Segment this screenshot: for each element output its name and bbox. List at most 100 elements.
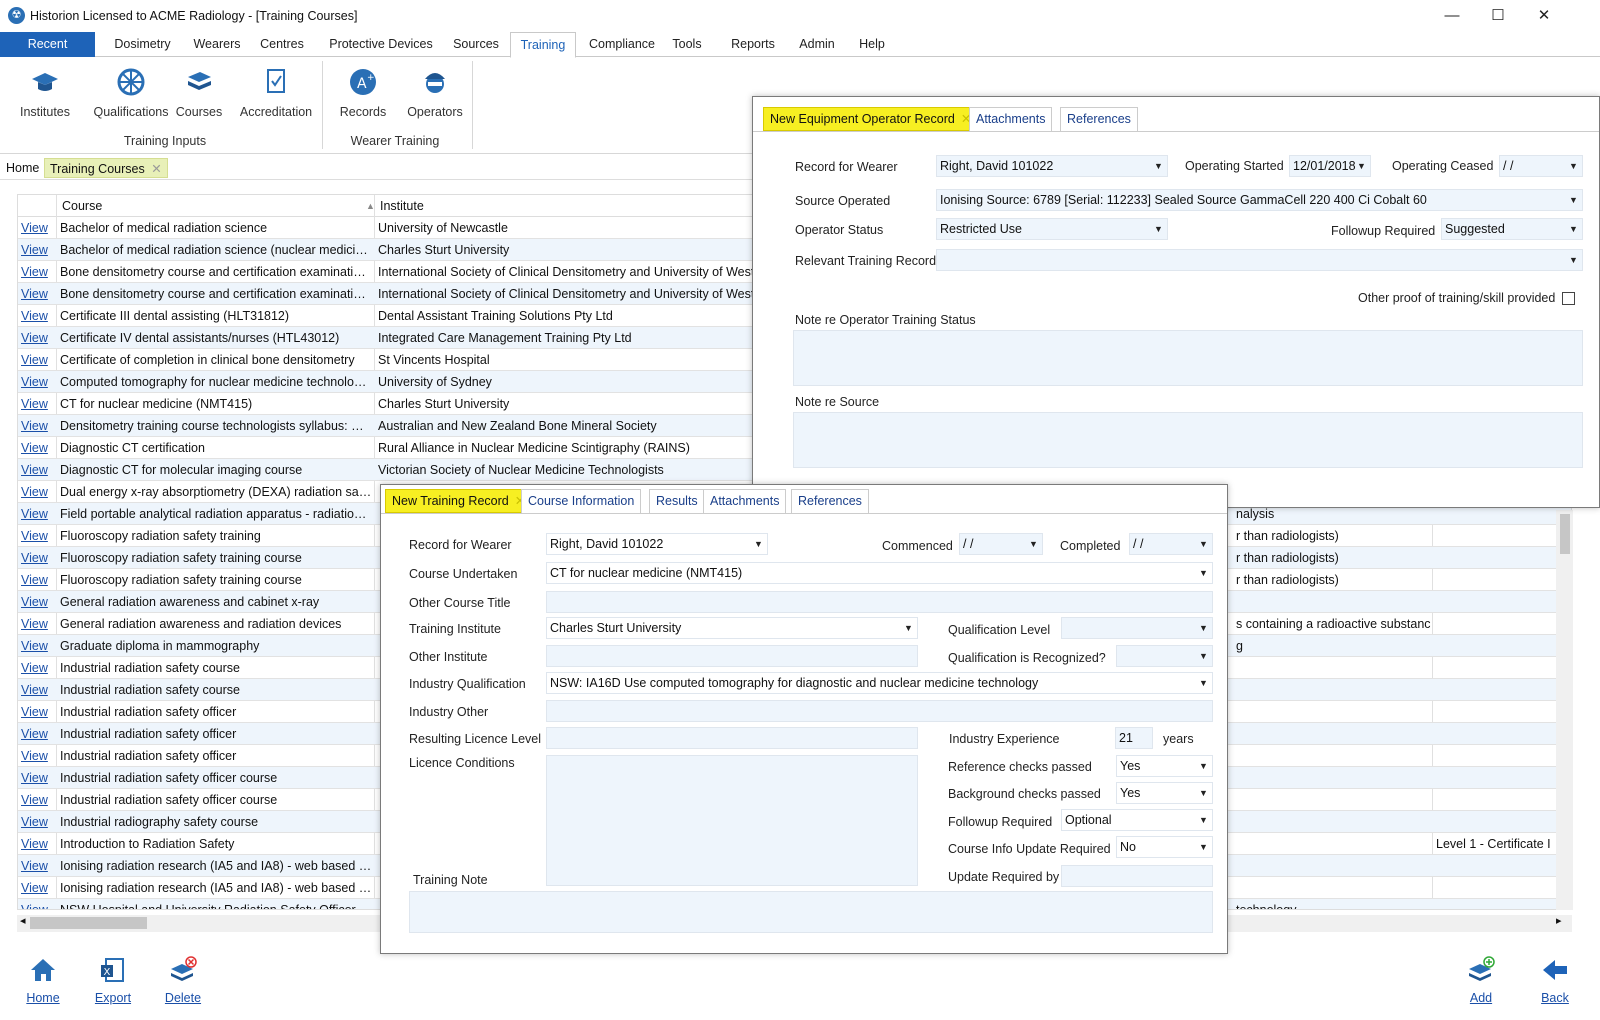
chevron-down-icon[interactable]: ▼ [1150,156,1167,176]
view-link[interactable]: View [21,437,48,459]
view-link[interactable]: View [21,789,48,811]
column-header-institute[interactable]: Institute [380,195,424,217]
view-link[interactable]: View [21,503,48,525]
chevron-down-icon[interactable]: ▼ [1195,618,1212,638]
tab-course-information[interactable]: Course Information [521,489,642,513]
view-link[interactable]: View [21,305,48,327]
view-link[interactable]: View [21,481,48,503]
export-button[interactable]: X Export [92,955,134,1005]
commenced-date[interactable]: / / ▼ [959,533,1043,555]
other-course-title-input[interactable] [546,591,1213,613]
horizontal-scroll-thumb[interactable] [30,917,147,929]
resulting-licence-level-input[interactable] [546,727,918,749]
licence-conditions-textarea[interactable] [546,755,918,886]
view-link[interactable]: View [21,239,48,261]
menu-wearers[interactable]: Wearers [186,32,248,57]
training-note-textarea[interactable] [409,891,1213,933]
course-info-update-select[interactable]: No ▼ [1116,836,1213,858]
menu-recent[interactable]: Recent [0,32,95,57]
chevron-down-icon[interactable]: ▼ [1565,219,1582,239]
menu-admin[interactable]: Admin [794,32,840,57]
view-link[interactable]: View [21,261,48,283]
view-link[interactable]: View [21,459,48,481]
doctab-home[interactable]: Home [1,158,44,178]
view-link[interactable]: View [21,877,48,899]
back-button[interactable]: Back [1534,955,1576,1005]
source-operated-select[interactable]: Ionising Source: 6789 [Serial: 112233] S… [936,189,1583,211]
operators-button[interactable]: Operators [398,67,472,119]
chevron-down-icon[interactable]: ▼ [1195,534,1212,554]
view-link[interactable]: View [21,745,48,767]
menu-protective-devices[interactable]: Protective Devices [322,32,440,57]
tab-attachments[interactable]: Attachments [703,489,787,513]
maximize-button[interactable]: ☐ [1478,4,1518,28]
close-window-button[interactable]: ✕ [1524,4,1564,28]
qualification-level-select[interactable]: ▼ [1061,617,1213,639]
completed-date[interactable]: / / ▼ [1129,533,1213,555]
note-training-status-textarea[interactable] [793,330,1583,386]
institutes-button[interactable]: Institutes [8,67,82,119]
course-undertaken-select[interactable]: CT for nuclear medicine (NMT415) ▼ [546,562,1213,584]
chevron-down-icon[interactable]: ▼ [1025,534,1042,554]
tab-attachments[interactable]: Attachments [969,107,1053,131]
qualification-recognized-select[interactable]: ▼ [1116,645,1213,667]
menu-compliance[interactable]: Compliance [584,32,660,57]
chevron-down-icon[interactable]: ▼ [1565,156,1582,176]
chevron-down-icon[interactable]: ▼ [1195,673,1212,693]
records-button[interactable]: A + Records [326,67,400,119]
update-required-by-input[interactable] [1061,865,1213,887]
view-link[interactable]: View [21,569,48,591]
chevron-down-icon[interactable]: ▼ [900,618,917,638]
vertical-scrollbar[interactable] [1556,510,1573,910]
view-link[interactable]: View [21,657,48,679]
tab-new-equipment-operator-record[interactable]: New Equipment Operator Record ✕ [763,107,979,131]
tab-new-training-record[interactable]: New Training Record ✕ [385,489,533,513]
view-link[interactable]: View [21,349,48,371]
background-checks-select[interactable]: Yes ▼ [1116,782,1213,804]
view-link[interactable]: View [21,635,48,657]
tab-results[interactable]: Results [649,489,705,513]
record-for-wearer-select[interactable]: Right, David 101022 ▼ [546,533,768,555]
view-link[interactable]: View [21,679,48,701]
courses-button[interactable]: Courses [162,67,236,119]
menu-dosimetry[interactable]: Dosimetry [105,32,180,57]
delete-button[interactable]: Delete [162,955,204,1005]
chevron-down-icon[interactable]: ▼ [1195,756,1212,776]
operating-started-date[interactable]: 12/01/2018 ▼ [1289,155,1371,177]
chevron-down-icon[interactable]: ▼ [1353,156,1370,176]
scroll-left-icon[interactable]: ◂ [20,914,26,927]
menu-help[interactable]: Help [852,32,892,57]
menu-tools[interactable]: Tools [667,32,707,57]
view-link[interactable]: View [21,217,48,239]
record-for-wearer-select[interactable]: Right, David 101022 ▼ [936,155,1168,177]
industry-other-input[interactable] [546,700,1213,722]
operator-status-select[interactable]: Restricted Use ▼ [936,218,1168,240]
chevron-down-icon[interactable]: ▼ [1195,563,1212,583]
chevron-down-icon[interactable]: ▼ [1195,810,1212,830]
view-link[interactable]: View [21,283,48,305]
tab-references[interactable]: References [791,489,869,513]
menu-reports[interactable]: Reports [726,32,780,57]
scroll-right-icon[interactable]: ▸ [1556,914,1562,927]
other-institute-input[interactable] [546,645,918,667]
relevant-training-select[interactable]: ▼ [936,249,1583,271]
industry-experience-input[interactable]: 21 [1115,727,1153,749]
reference-checks-select[interactable]: Yes ▼ [1116,755,1213,777]
chevron-down-icon[interactable]: ▼ [750,534,767,554]
chevron-down-icon[interactable]: ▼ [1195,646,1212,666]
chevron-down-icon[interactable]: ▼ [1565,250,1582,270]
view-link[interactable]: View [21,393,48,415]
view-link[interactable]: View [21,767,48,789]
view-link[interactable]: View [21,723,48,745]
close-tab-icon[interactable]: ✕ [151,162,161,176]
view-link[interactable]: View [21,591,48,613]
training-institute-select[interactable]: Charles Sturt University ▼ [546,617,918,639]
other-proof-checkbox[interactable] [1562,292,1575,305]
view-link[interactable]: View [21,327,48,349]
view-link[interactable]: View [21,855,48,877]
chevron-down-icon[interactable]: ▼ [1195,783,1212,803]
industry-qualification-select[interactable]: NSW: IA16D Use computed tomography for d… [546,672,1213,694]
followup-required-select[interactable]: Suggested ▼ [1441,218,1583,240]
view-link[interactable]: View [21,811,48,833]
chevron-down-icon[interactable]: ▼ [1195,837,1212,857]
